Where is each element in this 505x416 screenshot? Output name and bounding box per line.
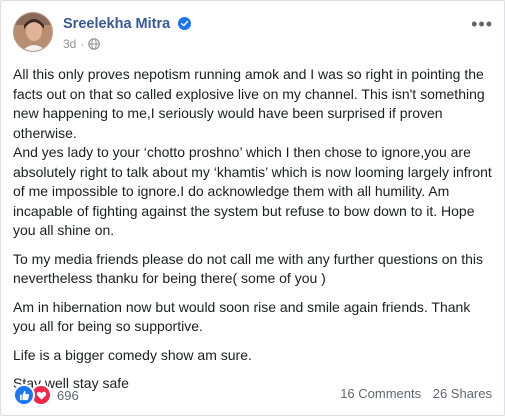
post-timestamp[interactable]: 3d	[63, 37, 76, 51]
reaction-count[interactable]: 696	[57, 388, 79, 403]
post-paragraph-1: All this only proves nepotism running am…	[13, 66, 492, 238]
post-paragraph-2: To my media friends please do not call m…	[13, 250, 484, 287]
post-content: All this only proves nepotism running am…	[13, 65, 495, 403]
meta-separator: ·	[80, 37, 85, 51]
globe-icon[interactable]	[88, 38, 101, 50]
author-name[interactable]: Sreelekha Mitra	[63, 16, 192, 32]
verified-badge-icon	[178, 17, 192, 30]
reaction-summary[interactable]: 696	[13, 384, 79, 406]
post-header: Sreelekha Mitra 3d · •••	[13, 12, 493, 56]
author-name-text[interactable]: Sreelekha Mitra	[63, 16, 170, 32]
comments-count-link[interactable]: 16 Comments	[340, 386, 421, 401]
more-options-icon[interactable]: •••	[471, 14, 493, 35]
engagement-stats: 16 Comments 26 Shares	[340, 386, 492, 401]
avatar[interactable]	[13, 12, 53, 52]
post-paragraph-4: Life is a bigger comedy show am sure.	[13, 346, 252, 363]
post-paragraph-3: Am in hibernation now but would soon ris…	[13, 298, 471, 335]
post-card: Sreelekha Mitra 3d · ••• All this only pr…	[0, 0, 505, 416]
post-meta: 3d ·	[63, 37, 101, 51]
like-icon	[13, 384, 35, 406]
shares-count-link[interactable]: 26 Shares	[433, 386, 492, 401]
